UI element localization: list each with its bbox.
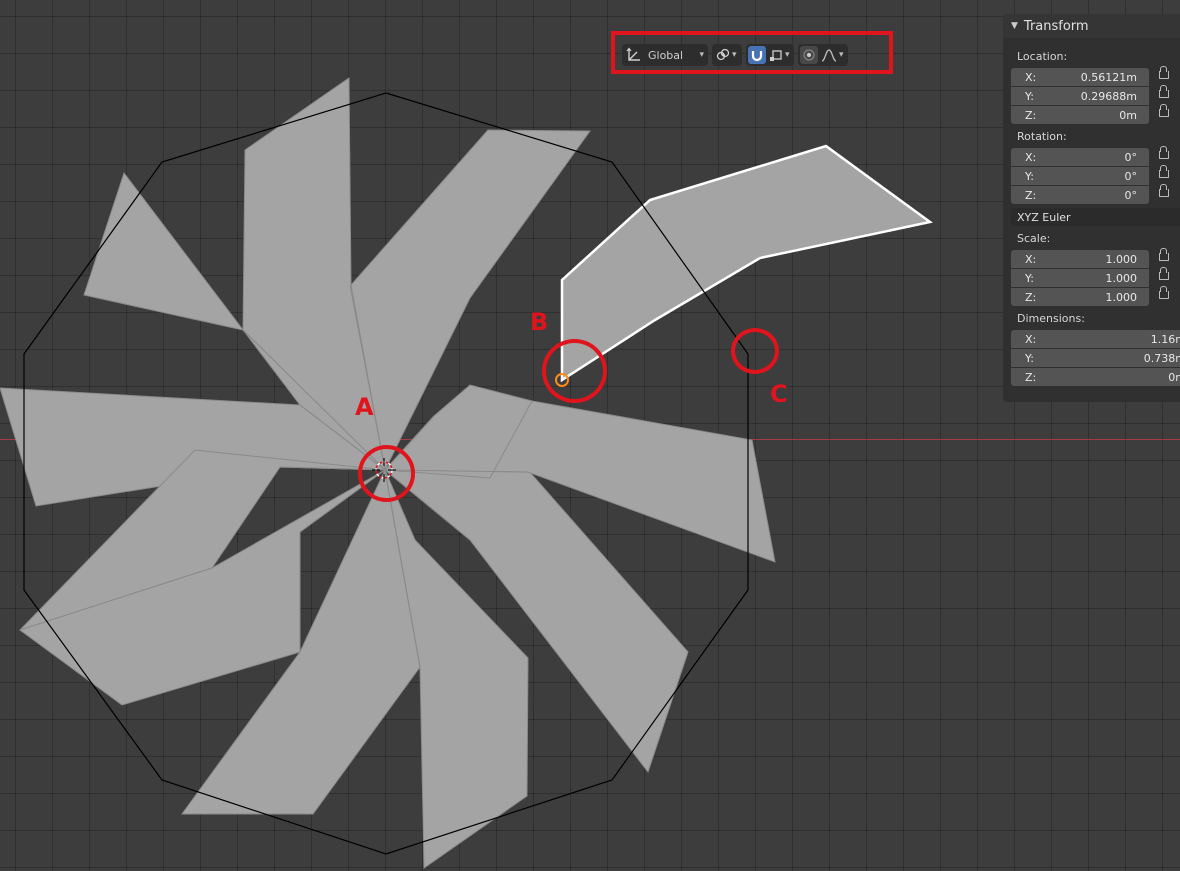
axis-label: Y: (1025, 351, 1034, 365)
dimensions-z-value: 0m (1168, 370, 1180, 384)
toolbar-annotation-box (611, 31, 893, 74)
axis-label: Y: (1025, 271, 1034, 285)
dimensions-x-field[interactable]: X: 1.16m (1011, 330, 1180, 348)
axis-label: X: (1025, 332, 1037, 346)
scale-label: Scale: (1017, 232, 1051, 245)
axis-label: X: (1025, 252, 1037, 266)
lock-icon[interactable] (1159, 248, 1169, 261)
rotation-z-value: 0° (1124, 188, 1138, 202)
axis-label: X: (1025, 70, 1037, 84)
transform-panel: ▼ Transform Location: X: 0.56121m Y: 0.296… (1003, 14, 1180, 402)
dimensions-y-value: 0.738m (1143, 351, 1180, 365)
dimensions-x-value: 1.16m (1150, 332, 1180, 346)
location-z-field[interactable]: Z: 0m (1011, 104, 1169, 124)
scale-z-field[interactable]: Z: 1.000 (1011, 286, 1169, 306)
annotation-label-b: B (530, 308, 549, 336)
location-label: Location: (1017, 50, 1068, 63)
location-y-value: 0.29688m (1080, 89, 1137, 103)
dimensions-label: Dimensions: (1017, 312, 1085, 325)
rotation-x-field[interactable]: X: 0° (1011, 146, 1169, 166)
axis-label: Y: (1025, 89, 1034, 103)
collapse-triangle-icon[interactable]: ▼ (1011, 21, 1018, 31)
axis-label: X: (1025, 150, 1037, 164)
lock-icon[interactable] (1159, 267, 1169, 280)
lock-icon[interactable] (1159, 286, 1169, 299)
lock-icon[interactable] (1159, 146, 1169, 159)
axis-label: Z: (1025, 290, 1037, 304)
annotation-label-c: C (770, 380, 788, 408)
scale-y-field[interactable]: Y: 1.000 (1011, 267, 1169, 287)
annotation-circle-b (542, 339, 607, 403)
annotation-label-a: A (355, 393, 374, 421)
panel-title: Transform (1023, 18, 1089, 34)
dimensions-z-field[interactable]: Z: 0m (1011, 368, 1180, 386)
location-x-field[interactable]: X: 0.56121m (1011, 66, 1169, 86)
axis-label: Z: (1025, 108, 1037, 122)
scale-x-value: 1.000 (1105, 252, 1138, 266)
axis-label: Y: (1025, 169, 1034, 183)
rotation-mode-select[interactable]: XYZ Euler (1011, 208, 1180, 226)
rotation-y-value: 0° (1124, 169, 1138, 183)
lock-icon[interactable] (1159, 165, 1169, 178)
dimensions-y-field[interactable]: Y: 0.738m (1011, 349, 1180, 367)
annotation-circle-c (731, 328, 779, 374)
lock-icon[interactable] (1159, 66, 1169, 79)
annotation-circle-a (358, 445, 415, 502)
scale-z-value: 1.000 (1105, 290, 1138, 304)
axis-label: Z: (1025, 370, 1037, 384)
lock-icon[interactable] (1159, 85, 1169, 98)
location-x-value: 0.56121m (1080, 70, 1137, 84)
axis-label: Z: (1025, 188, 1037, 202)
lock-icon[interactable] (1159, 184, 1169, 197)
scale-x-field[interactable]: X: 1.000 (1011, 248, 1169, 268)
scale-y-value: 1.000 (1105, 271, 1138, 285)
rotation-y-field[interactable]: Y: 0° (1011, 165, 1169, 185)
rotation-z-field[interactable]: Z: 0° (1011, 184, 1169, 204)
rotation-x-value: 0° (1124, 150, 1138, 164)
location-z-value: 0m (1119, 108, 1137, 122)
rotation-label: Rotation: (1017, 130, 1067, 143)
location-y-field[interactable]: Y: 0.29688m (1011, 85, 1169, 105)
transform-panel-header[interactable]: ▼ Transform (1003, 14, 1180, 38)
lock-icon[interactable] (1159, 104, 1169, 117)
